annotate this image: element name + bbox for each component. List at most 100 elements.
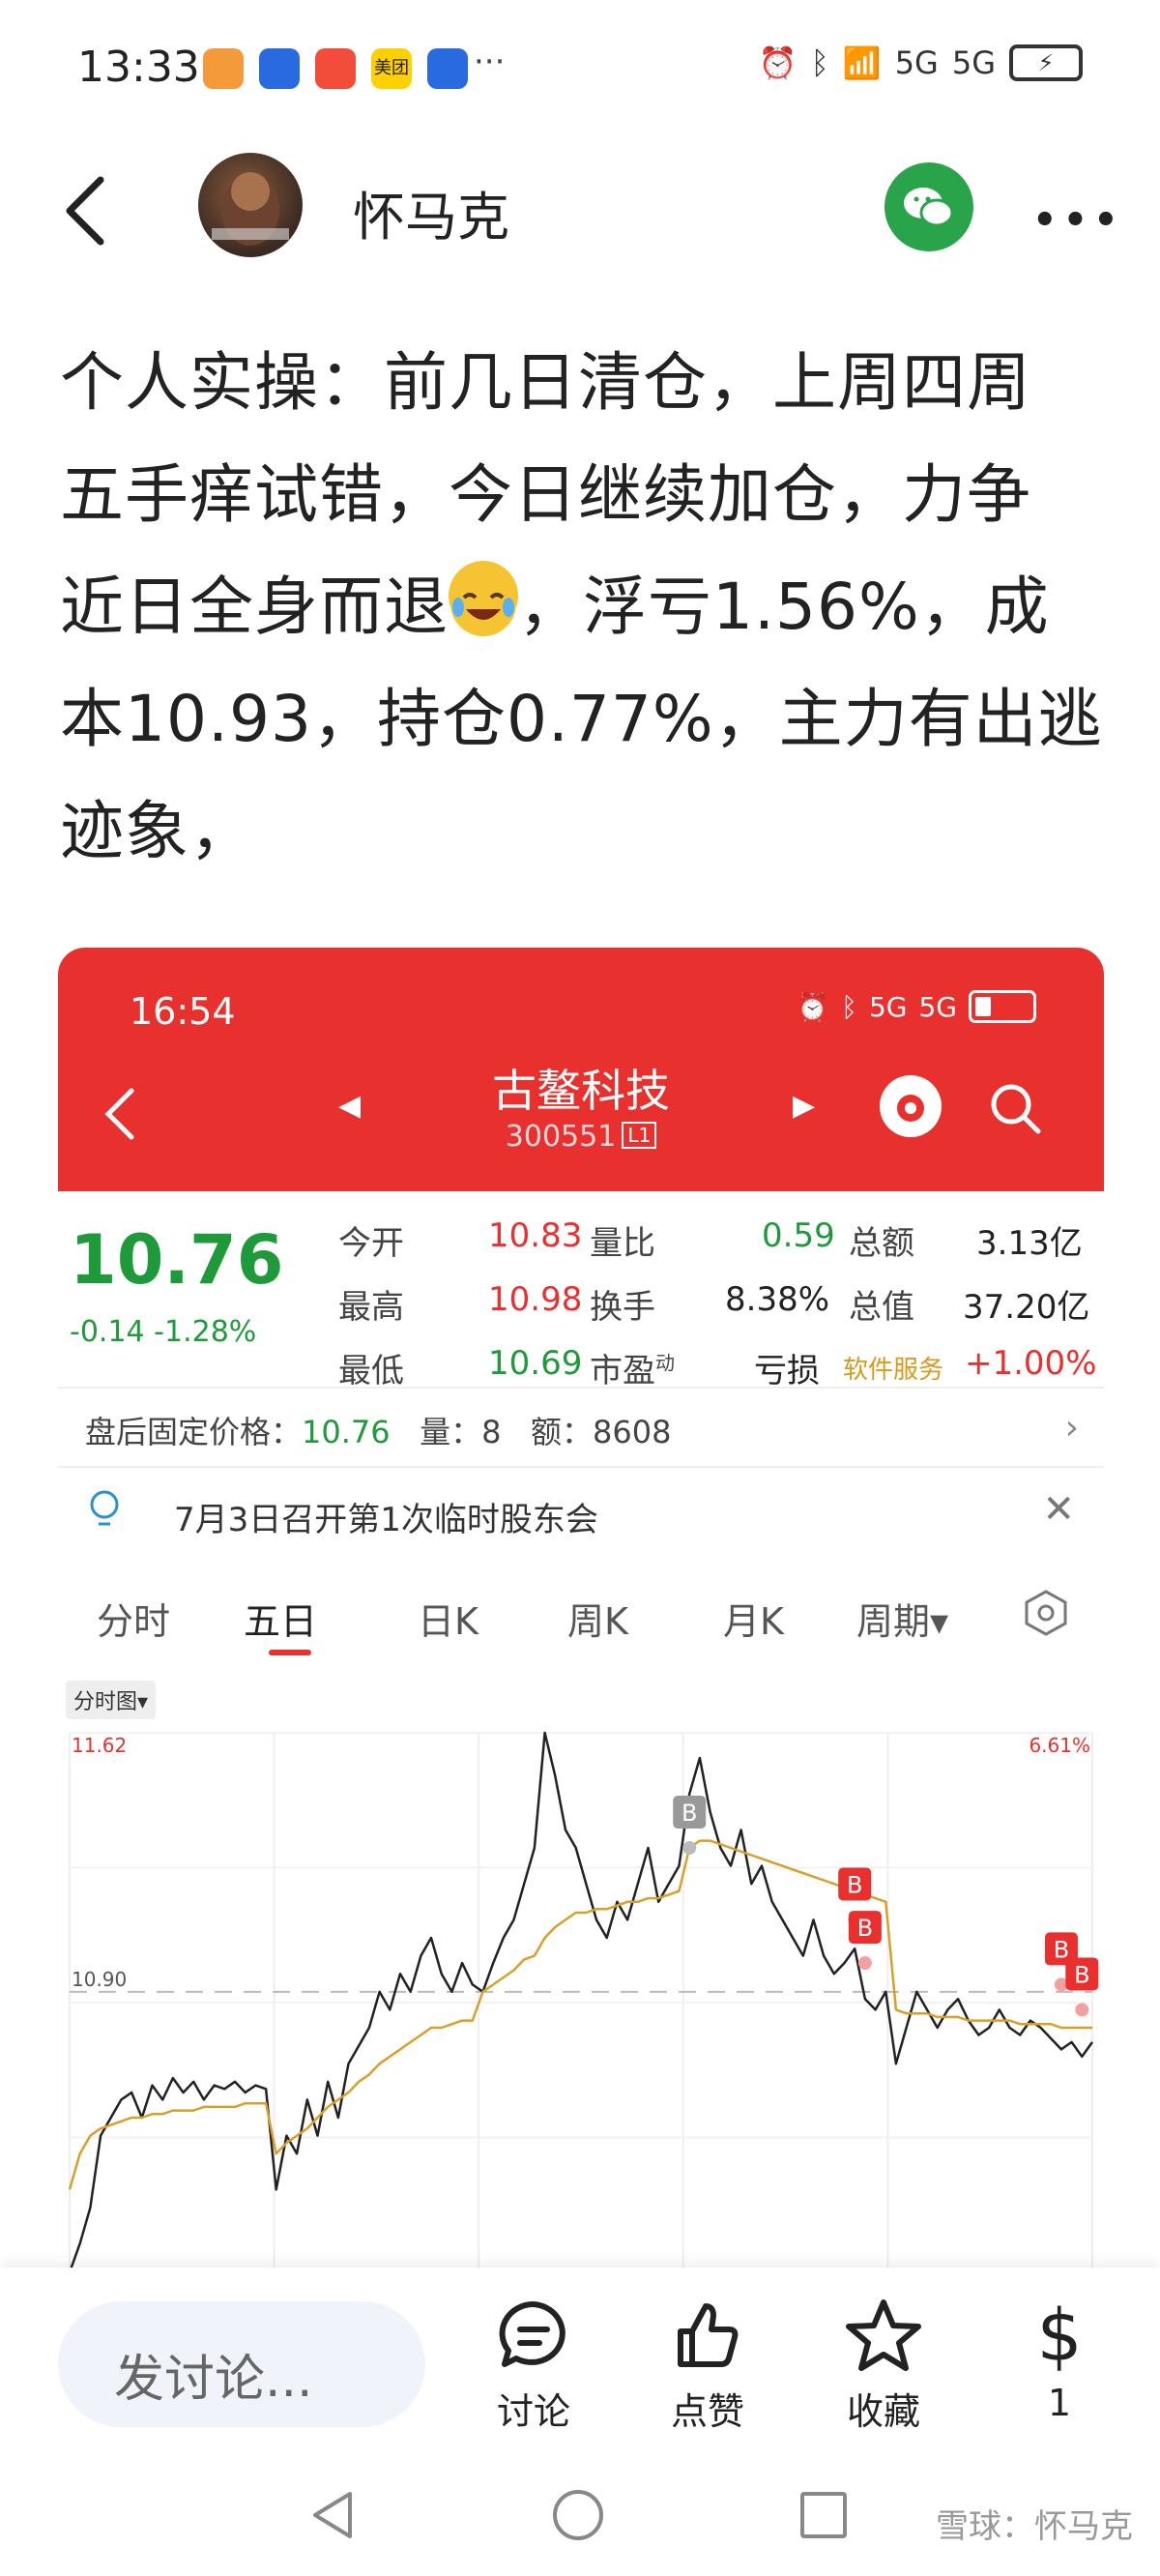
turnover-label: 换手 bbox=[590, 1288, 655, 1327]
current-price: 10.76 bbox=[70, 1220, 284, 1300]
post-line: 近日全身而退 ，浮亏1.56%，成 bbox=[60, 551, 1104, 663]
nav-home-icon[interactable] bbox=[553, 2490, 603, 2540]
low-value: 10.69 bbox=[488, 1344, 583, 1383]
discuss-button[interactable]: 讨论 bbox=[476, 2297, 592, 2442]
collect-label: 收藏 bbox=[846, 2390, 920, 2433]
buy-marker-dot bbox=[857, 1956, 872, 1971]
tab-monthly-k: 月K bbox=[723, 1600, 784, 1643]
more-notifications-icon: ··· bbox=[474, 43, 506, 81]
dollar-icon: $ bbox=[1036, 2297, 1082, 2374]
nav-recent-icon[interactable] bbox=[800, 2492, 847, 2538]
bluetooth-icon: ᛒ bbox=[810, 44, 829, 81]
tab-daily-k: 日K bbox=[418, 1600, 478, 1643]
alarm-icon: ⏰ bbox=[796, 990, 830, 1023]
wechat-icon bbox=[904, 188, 954, 227]
pe-superscript: 动 bbox=[655, 1351, 675, 1375]
settings-hexagon-icon bbox=[1025, 1590, 1067, 1636]
buy-marker-label: B bbox=[1074, 1961, 1089, 1988]
buy-marker-label: B bbox=[857, 1915, 873, 1942]
like-button[interactable]: 点赞 bbox=[650, 2297, 766, 2442]
laugh-cry-emoji-icon bbox=[449, 561, 518, 636]
post-line: 迹象， bbox=[60, 794, 254, 868]
tab-intraday: 分时 bbox=[97, 1600, 171, 1643]
like-label: 点赞 bbox=[670, 2390, 744, 2433]
five-day-chart: 11.62 10.90 6.61% B B B B B 分时图▾ bbox=[58, 1675, 1104, 2282]
y-axis-mid-label: 10.90 bbox=[72, 1968, 127, 1991]
star-icon bbox=[846, 2299, 921, 2371]
price-chart-svg: 11.6210.906.61%BBBBB bbox=[68, 1731, 1099, 2273]
svg-text:$: $ bbox=[1036, 2297, 1082, 2374]
post-line: 本10.93，持仓0.77%，主力有出逃 bbox=[60, 682, 1103, 756]
chevron-right-icon: › bbox=[1064, 1408, 1079, 1448]
map2-app-icon bbox=[427, 48, 468, 89]
vol-ratio-label: 量比 bbox=[590, 1224, 655, 1263]
tab-period: 周期▾ bbox=[856, 1600, 949, 1643]
ah-price: 10.76 bbox=[302, 1414, 391, 1450]
more-options-button[interactable]: ••• bbox=[1032, 198, 1124, 243]
post-line: 个人实操：前几日清仓，上周四周 bbox=[60, 345, 1031, 420]
close-icon: ✕ bbox=[1042, 1487, 1075, 1532]
high-label: 最高 bbox=[338, 1288, 404, 1327]
change-percent: -1.28% bbox=[154, 1315, 257, 1349]
stock-code-row: 300551 L1 bbox=[58, 1120, 1104, 1154]
avatar[interactable] bbox=[198, 153, 303, 257]
post-line: 五手痒试错，今日继续加仓，力争 bbox=[60, 457, 1031, 532]
wifi-icon: 📶 bbox=[842, 44, 882, 81]
signal-1-label: 5G bbox=[894, 44, 939, 81]
high-value: 10.98 bbox=[488, 1280, 583, 1319]
buy-marker-label: B bbox=[847, 1871, 862, 1898]
ah-vol: 8 bbox=[481, 1414, 502, 1450]
vol-ratio-value: 0.59 bbox=[762, 1216, 835, 1255]
thumbs-up-icon bbox=[678, 2303, 739, 2367]
shield-app-icon bbox=[203, 48, 244, 89]
stock-code: 300551 bbox=[505, 1120, 617, 1154]
notice-text: 7月3日召开第1次临时股东会 bbox=[174, 1501, 598, 1539]
open-value: 10.83 bbox=[488, 1216, 583, 1255]
battery-icon bbox=[969, 990, 1036, 1023]
sector-change: +1.00% bbox=[965, 1344, 1097, 1383]
embed-status-time: 16:54 bbox=[130, 990, 236, 1033]
chart-tabs: 分时 五日 日K 周K 月K 周期▾ bbox=[58, 1566, 1104, 1663]
comment-placeholder: 发讨论... bbox=[114, 2351, 313, 2409]
back-icon[interactable] bbox=[58, 172, 116, 249]
tab-five-day: 五日 bbox=[244, 1600, 318, 1643]
open-label: 今开 bbox=[338, 1224, 404, 1263]
reward-button[interactable]: $ 1 bbox=[1001, 2297, 1117, 2442]
ah-amt: 8608 bbox=[593, 1414, 672, 1450]
comment-input[interactable]: 发讨论... bbox=[58, 2301, 425, 2427]
post-segment: ，浮亏1.56%，成 bbox=[518, 570, 1050, 644]
post-header: 怀马克 ••• bbox=[0, 145, 1160, 271]
turnover-value: 8.38% bbox=[725, 1280, 830, 1319]
signal-2-label: 5G bbox=[951, 44, 996, 81]
alarm-icon: ⏰ bbox=[758, 44, 798, 81]
embedded-stock-screenshot[interactable]: 16:54 ⏰ ᛒ 5G 5G ◀ 古鳌科技 300551 L1 ▶ 10.76 … bbox=[58, 948, 1104, 2282]
ah-amt-label: 额： bbox=[531, 1414, 594, 1450]
collect-button[interactable]: 收藏 bbox=[826, 2297, 942, 2442]
bluetooth-icon: ᛒ bbox=[841, 990, 857, 1023]
map-app-icon bbox=[259, 48, 300, 89]
after-hours-text: 盘后固定价格：10.76 量：8 额：8608 bbox=[85, 1408, 671, 1452]
system-nav-bar: 雪球：怀马克 bbox=[0, 2461, 1160, 2576]
pe-label-text: 市盈 bbox=[590, 1352, 655, 1390]
wechat-share-button[interactable] bbox=[884, 162, 973, 251]
next-stock-icon: ▶ bbox=[793, 1089, 816, 1123]
author-name[interactable]: 怀马克 bbox=[353, 174, 509, 250]
active-tab-underline bbox=[269, 1650, 311, 1655]
post-segment: 近日全身而退 bbox=[60, 570, 449, 644]
y-axis-right-top-label: 6.61% bbox=[1029, 1734, 1090, 1757]
sector-label: 软件服务 bbox=[843, 1356, 944, 1385]
stock-name: 古鳌科技 bbox=[492, 1065, 670, 1117]
low-label: 最低 bbox=[338, 1352, 404, 1390]
status-time: 13:33 bbox=[77, 43, 200, 92]
chart-type-selector: 分时图▾ bbox=[66, 1681, 157, 1719]
amount-value: 3.13亿 bbox=[976, 1224, 1083, 1263]
tab-weekly-k: 周K bbox=[567, 1600, 628, 1643]
embed-signal-2: 5G bbox=[918, 990, 957, 1023]
change-value: -0.14 bbox=[70, 1315, 145, 1349]
after-hours-row: 盘后固定价格：10.76 量：8 额：8608 › bbox=[58, 1387, 1104, 1468]
pe-label: 市盈动 bbox=[590, 1344, 675, 1391]
robot-icon bbox=[880, 1075, 942, 1137]
nav-back-icon[interactable] bbox=[307, 2488, 358, 2542]
reward-count: 1 bbox=[1047, 2382, 1072, 2424]
grid-app-icon bbox=[315, 48, 356, 89]
